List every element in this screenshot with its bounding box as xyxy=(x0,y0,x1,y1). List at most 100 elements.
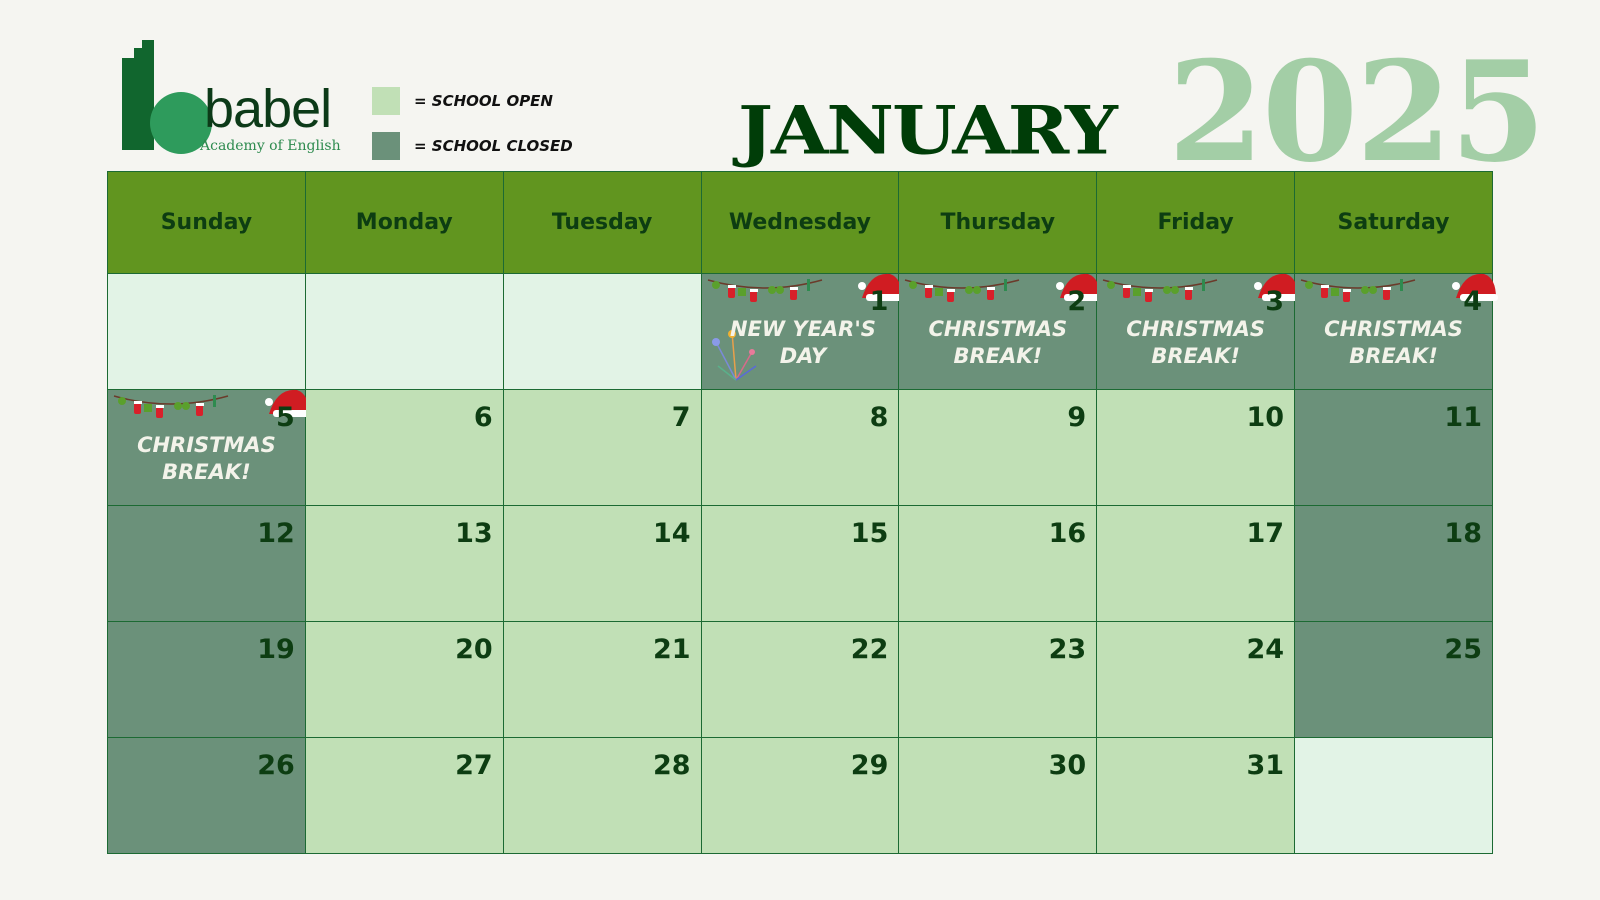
day-cell-24: 24 xyxy=(1096,621,1296,738)
empty-cell xyxy=(107,273,306,390)
day-number: 9 xyxy=(1067,402,1087,433)
garland-icon xyxy=(903,276,1021,310)
event-label: CHRISTMAS BREAK! xyxy=(928,317,1068,368)
day-number: 12 xyxy=(257,518,295,549)
garland-icon xyxy=(706,276,824,310)
day-number: 22 xyxy=(850,634,889,665)
legend-label: = SCHOOL CLOSED xyxy=(414,136,573,155)
empty-cell xyxy=(502,273,702,390)
day-cell-4: 4 CHRISTMAS BREAK! xyxy=(1294,273,1498,390)
day-cell-9: 9 xyxy=(898,389,1098,506)
legend-item-open: = SCHOOL OPEN xyxy=(372,78,573,123)
day-cell-25: 25 xyxy=(1294,621,1493,738)
week-row: 12 13 14 15 16 17 18 xyxy=(107,505,1493,622)
day-number: 25 xyxy=(1444,634,1482,665)
day-cell-3: 3 CHRISTMAS BREAK! xyxy=(1096,273,1301,390)
day-cell-8: 8 xyxy=(700,389,900,506)
day-number: 21 xyxy=(652,634,691,665)
day-cell-6: 6 xyxy=(304,389,504,506)
event-label: NEW YEAR'S DAY xyxy=(729,317,876,368)
day-cell-20: 20 xyxy=(304,621,504,738)
babel-logo: babel Academy of English xyxy=(120,40,350,158)
weekday-monday: Monday xyxy=(304,171,504,274)
day-number: 3 xyxy=(1265,286,1285,317)
day-cell-30: 30 xyxy=(898,737,1098,854)
garland-icon xyxy=(1101,276,1219,310)
weekday-friday: Friday xyxy=(1096,171,1296,274)
weekday-header-row: Sunday Monday Tuesday Wednesday Thursday Frid… xyxy=(107,171,1493,274)
day-number: 19 xyxy=(257,634,295,665)
day-number: 29 xyxy=(850,750,889,781)
legend-swatch-open xyxy=(372,86,400,115)
week-row: 26 27 28 29 30 31 xyxy=(107,737,1493,854)
day-cell-17: 17 xyxy=(1096,505,1296,622)
weekday-thursday: Thursday xyxy=(898,171,1098,274)
legend-label: = SCHOOL OPEN xyxy=(414,91,553,110)
week-row: 5 CHRISTMAS BREAK! 6 7 8 9 10 11 xyxy=(107,389,1493,506)
day-number: 30 xyxy=(1048,750,1087,781)
week-row: 19 20 21 22 23 24 25 xyxy=(107,621,1493,738)
weekday-tuesday: Tuesday xyxy=(502,171,702,274)
event-label: CHRISTMAS BREAK! xyxy=(1126,317,1265,368)
brand-name: babel xyxy=(204,79,332,139)
legend: = SCHOOL OPEN = SCHOOL CLOSED xyxy=(372,78,573,168)
day-number: 24 xyxy=(1246,634,1285,665)
month-title: JANUARY xyxy=(738,92,1118,170)
day-cell-11: 11 xyxy=(1294,389,1493,506)
weekday-wednesday: Wednesday xyxy=(700,171,900,274)
year-title: 2025 xyxy=(1168,30,1546,193)
day-cell-18: 18 xyxy=(1294,505,1493,622)
day-number: 28 xyxy=(652,750,691,781)
day-number: 1 xyxy=(869,286,889,317)
day-number: 10 xyxy=(1246,402,1285,433)
day-cell-16: 16 xyxy=(898,505,1098,622)
day-number: 7 xyxy=(671,402,691,433)
day-cell-13: 13 xyxy=(304,505,504,622)
day-number: 6 xyxy=(473,402,493,433)
calendar-grid: Sunday Monday Tuesday Wednesday Thursday Frid… xyxy=(107,171,1498,854)
day-number: 26 xyxy=(257,750,295,781)
day-number: 17 xyxy=(1246,518,1285,549)
day-cell-12: 12 xyxy=(107,505,306,622)
day-cell-15: 15 xyxy=(700,505,900,622)
garland-icon xyxy=(1299,276,1417,310)
weekday-saturday: Saturday xyxy=(1294,171,1493,274)
event-label: CHRISTMAS BREAK! xyxy=(1324,317,1463,368)
day-cell-7: 7 xyxy=(502,389,702,506)
day-cell-28: 28 xyxy=(502,737,702,854)
garland-icon xyxy=(112,392,230,426)
day-number: 4 xyxy=(1463,286,1482,317)
day-cell-21: 21 xyxy=(502,621,702,738)
empty-cell xyxy=(304,273,504,390)
day-number: 20 xyxy=(455,634,493,665)
week-row: 1 NEW YEAR'S DAY 2 CHRISTMAS BREAK! 3 CHRIS… xyxy=(107,273,1498,390)
day-number: 23 xyxy=(1048,634,1087,665)
day-number: 8 xyxy=(869,402,889,433)
day-cell-1: 1 NEW YEAR'S DAY xyxy=(700,273,905,390)
legend-swatch-closed xyxy=(372,131,400,160)
day-number: 18 xyxy=(1444,518,1482,549)
day-number: 13 xyxy=(455,518,493,549)
legend-item-closed: = SCHOOL CLOSED xyxy=(372,123,573,168)
day-cell-31: 31 xyxy=(1096,737,1296,854)
day-cell-26: 26 xyxy=(107,737,306,854)
day-cell-19: 19 xyxy=(107,621,306,738)
day-cell-27: 27 xyxy=(304,737,504,854)
day-number: 15 xyxy=(850,518,889,549)
day-number: 5 xyxy=(276,402,295,433)
day-number: 31 xyxy=(1246,750,1285,781)
day-number: 27 xyxy=(455,750,493,781)
day-cell-29: 29 xyxy=(700,737,900,854)
day-number: 11 xyxy=(1444,402,1482,433)
day-cell-23: 23 xyxy=(898,621,1098,738)
day-cell-5: 5 CHRISTMAS BREAK! xyxy=(107,389,311,506)
day-cell-10: 10 xyxy=(1096,389,1296,506)
day-cell-2: 2 CHRISTMAS BREAK! xyxy=(898,273,1103,390)
empty-cell xyxy=(1294,737,1493,854)
weekday-sunday: Sunday xyxy=(107,171,306,274)
day-cell-22: 22 xyxy=(700,621,900,738)
day-number: 2 xyxy=(1067,286,1087,317)
day-number: 14 xyxy=(652,518,691,549)
event-label: CHRISTMAS BREAK! xyxy=(137,433,276,484)
day-cell-14: 14 xyxy=(502,505,702,622)
